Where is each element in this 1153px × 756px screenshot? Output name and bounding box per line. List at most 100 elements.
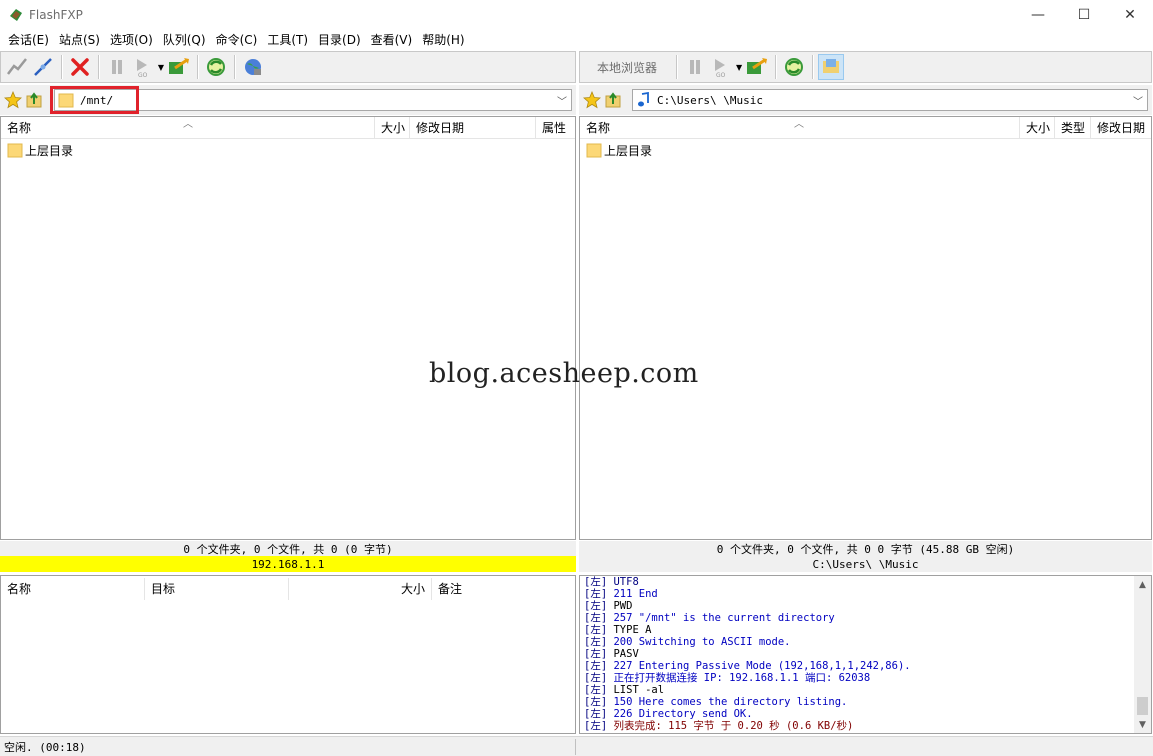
toolbar-separator <box>775 55 777 79</box>
right-path-status: C:\Users\ \Music <box>579 556 1152 572</box>
log-line-text: 200 Switching to ASCII mode. <box>607 636 791 648</box>
right-list-header: 名称 ︿ 大小 类型 修改日期 <box>580 116 1151 139</box>
toolbar-separator <box>234 55 235 79</box>
menu-session[interactable]: 会话(E) <box>3 30 54 50</box>
log-line-text: 正在打开数据连接 IP: 192.168.1.1 端口: 62038 <box>607 672 871 684</box>
log-line-text: 211 End <box>607 588 658 600</box>
chevron-down-icon[interactable]: ﹀ <box>557 93 567 108</box>
col-note[interactable]: 备注 <box>432 578 575 600</box>
watermark: blog.acesheep.com <box>429 358 699 389</box>
menu-view[interactable]: 查看(V) <box>366 30 418 50</box>
pause-button[interactable] <box>104 54 130 80</box>
menu-commands[interactable]: 命令(C) <box>211 30 263 50</box>
local-browser-toggle[interactable] <box>818 54 845 80</box>
right-toolbar: 本地浏览器 GO ▼ <box>579 51 1152 83</box>
svg-text:GO: GO <box>716 72 726 78</box>
scroll-down-icon[interactable]: ▼ <box>1134 716 1151 733</box>
transfer-button[interactable]: GO <box>130 54 156 80</box>
col-name[interactable]: 名称 <box>1 578 145 600</box>
chevron-down-icon[interactable]: ﹀ <box>1133 93 1143 108</box>
log-pane[interactable]: [左] UTF8 [左] 211 End [左] PWD [左] 257 "/mnt"… <box>579 575 1152 734</box>
col-type[interactable]: 类型 <box>1055 116 1091 139</box>
minimize-button[interactable]: — <box>1015 0 1061 30</box>
site-manager-button[interactable] <box>240 54 266 80</box>
col-target[interactable]: 目标 <box>145 578 289 600</box>
col-name[interactable]: 名称 ︿ <box>1 116 375 139</box>
list-item[interactable]: 上层目录 <box>586 141 652 159</box>
transfer-go-icon: GO <box>137 59 148 78</box>
menu-help[interactable]: 帮助(H) <box>417 30 469 50</box>
col-size[interactable]: 大小 <box>289 578 432 600</box>
menu-sites[interactable]: 站点(S) <box>54 30 105 50</box>
quick-connect-icon <box>34 58 52 76</box>
menu-bar: 会话(E) 站点(S) 选项(O) 队列(Q) 命令(C) 工具(T) 目录(D… <box>0 30 1153 50</box>
toolbar-separator <box>676 55 678 79</box>
toolbar-separator <box>98 55 99 79</box>
list-item[interactable]: 上层目录 <box>7 141 73 159</box>
status-divider <box>575 739 576 755</box>
status-bar: 空闲. (00:18) <box>0 736 1153 756</box>
pause-button-right[interactable] <box>682 54 708 80</box>
quick-connect-button[interactable] <box>30 54 56 80</box>
music-note-icon <box>638 92 649 107</box>
favorites-star-icon[interactable] <box>4 91 22 109</box>
transfer-dropdown[interactable]: ▼ <box>156 54 166 80</box>
toolbar-separator <box>197 55 198 79</box>
log-line-text: 列表完成: 115 字节 于 0.20 秒 (0.6 KB/秒) <box>607 720 854 732</box>
refresh-button-right[interactable] <box>781 54 807 80</box>
transfer-all-button[interactable] <box>166 54 192 80</box>
log-line-text: 257 "/mnt" is the current directory <box>607 612 835 624</box>
right-file-list[interactable]: 名称 ︿ 大小 类型 修改日期 上层目录 <box>579 116 1152 540</box>
col-modified[interactable]: 修改日期 <box>410 116 536 139</box>
menu-tools[interactable]: 工具(T) <box>262 30 313 50</box>
transfer-dropdown-right[interactable]: ▼ <box>734 54 744 80</box>
right-path-combo[interactable]: C:\Users\ \Music ﹀ <box>632 89 1148 111</box>
menu-directory[interactable]: 目录(D) <box>313 30 366 50</box>
refresh-icon <box>785 58 804 76</box>
log-line-tag: [左] <box>584 648 608 660</box>
col-attr[interactable]: 属性 <box>536 117 575 139</box>
close-window-button[interactable]: ✕ <box>1107 0 1153 30</box>
log-line-tag: [左] <box>584 588 608 600</box>
transfer-all-icon <box>169 58 189 74</box>
maximize-button[interactable]: ☐ <box>1061 0 1107 30</box>
log-line: [左] 200 Switching to ASCII mode. <box>584 636 1132 648</box>
log-line-text: UTF8 <box>607 576 639 588</box>
local-browser-label[interactable]: 本地浏览器 <box>583 59 671 76</box>
col-size[interactable]: 大小 <box>1020 116 1055 139</box>
folder-icon <box>586 143 602 158</box>
transfer-button-right[interactable]: GO <box>708 54 734 80</box>
scroll-thumb[interactable] <box>1137 697 1148 715</box>
log-line: [左] PASV <box>584 648 1132 660</box>
col-size[interactable]: 大小 <box>375 116 410 139</box>
parent-dir-icon[interactable] <box>25 91 43 109</box>
parent-dir-icon[interactable] <box>604 91 622 109</box>
connect-button[interactable] <box>4 54 30 80</box>
left-summary: 0 个文件夹, 0 个文件, 共 0 (0 字节) <box>0 541 576 557</box>
menu-queue[interactable]: 队列(Q) <box>158 30 211 50</box>
path-highlight-box <box>50 86 139 114</box>
transfer-all-button-right[interactable] <box>744 54 770 80</box>
queue-pane[interactable]: 名称 目标 大小 备注 <box>0 575 576 734</box>
flashfxp-app-icon <box>10 9 22 21</box>
col-modified[interactable]: 修改日期 <box>1091 117 1151 139</box>
refresh-button[interactable] <box>203 54 229 80</box>
log-line: [左] PWD <box>584 600 1132 612</box>
pause-icon <box>690 60 701 74</box>
favorites-star-icon[interactable] <box>583 91 601 109</box>
log-line-tag: [左] <box>584 708 608 720</box>
scroll-up-icon[interactable]: ▲ <box>1134 576 1151 593</box>
list-item-label: 上层目录 <box>25 143 74 158</box>
toolbar-separator <box>812 55 814 79</box>
col-name[interactable]: 名称 ︿ <box>580 116 1020 139</box>
toolbar-separator <box>61 55 62 79</box>
sort-up-icon: ︿ <box>794 118 804 130</box>
log-line-text: PASV <box>607 648 639 660</box>
menu-options[interactable]: 选项(O) <box>105 30 158 50</box>
local-browser-icon <box>823 59 840 73</box>
log-line-tag: [左] <box>584 612 608 624</box>
disconnect-button[interactable] <box>67 54 93 80</box>
window-title: FlashFXP <box>29 8 83 22</box>
log-scrollbar[interactable]: ▲ ▼ <box>1134 576 1151 733</box>
left-file-list[interactable]: 名称 ︿ 大小 修改日期 属性 上层目录 <box>0 116 576 540</box>
